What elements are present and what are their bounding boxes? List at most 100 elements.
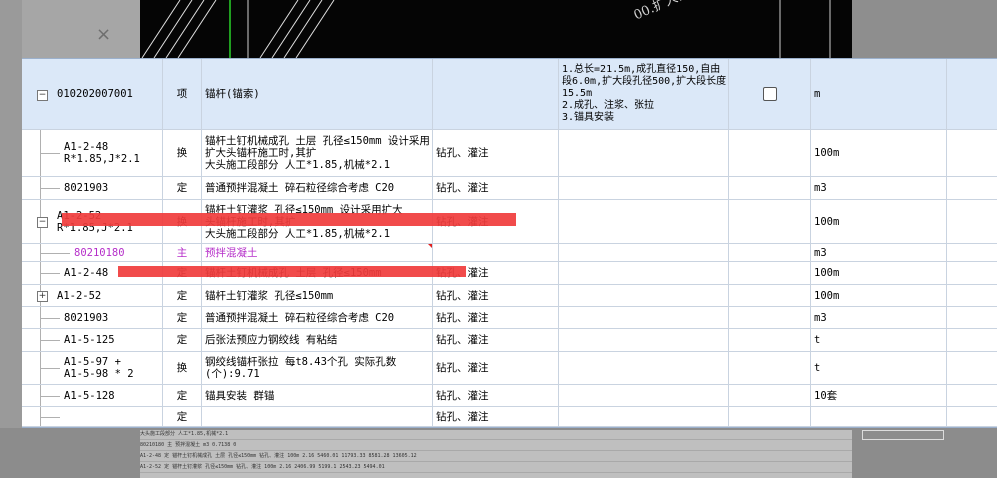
unit-cell[interactable]: t (811, 352, 947, 384)
extra-cell[interactable] (947, 352, 997, 384)
table-row[interactable]: 定 钻孔、灌注 (22, 407, 997, 427)
type-cell[interactable]: 主 (163, 244, 202, 261)
checkbox-cell[interactable] (729, 177, 811, 199)
code-cell[interactable]: 80210180 (22, 244, 163, 261)
type-cell[interactable]: 定 (163, 407, 202, 426)
work-content-cell[interactable]: 钻孔、灌注 (433, 385, 559, 406)
checkbox-cell[interactable] (729, 244, 811, 261)
code-cell[interactable]: A1-2-48 R*1.85,J*2.1 (22, 130, 163, 176)
feature-desc-cell[interactable] (559, 130, 729, 176)
feature-desc-cell[interactable] (559, 329, 729, 351)
name-cell[interactable]: 后张法预应力钢绞线 有粘结 (202, 329, 433, 351)
table-row[interactable]: 8021903 定普通预拌混凝土 碎石粒径综合考虑 C20 钻孔、灌注 m3 (22, 177, 997, 200)
feature-desc-cell[interactable] (559, 200, 729, 243)
work-content-cell[interactable]: 钻孔、灌注 (433, 329, 559, 351)
feature-desc-cell[interactable] (559, 307, 729, 328)
name-cell[interactable]: 锚杆土钉灌浆 孔径≤150mm (202, 285, 433, 306)
extra-cell[interactable] (947, 329, 997, 351)
type-cell[interactable]: 定 (163, 177, 202, 199)
type-cell[interactable]: 定 (163, 329, 202, 351)
extra-cell[interactable] (947, 385, 997, 406)
unit-cell[interactable]: m3 (811, 177, 947, 199)
name-cell[interactable]: 普通预拌混凝土 碎石粒径综合考虑 C20 (202, 307, 433, 328)
extra-cell[interactable] (947, 177, 997, 199)
checkbox-cell[interactable] (729, 130, 811, 176)
work-content-cell[interactable]: 钻孔、灌注 (433, 130, 559, 176)
name-cell[interactable]: 钢绞线锚杆张拉 每t8.43个孔 实际孔数 (个):9.71 (202, 352, 433, 384)
work-content-cell[interactable]: 钻孔、灌注 (433, 285, 559, 306)
type-cell[interactable]: 换 (163, 130, 202, 176)
feature-desc-cell[interactable] (559, 352, 729, 384)
table-row[interactable]: + A1-2-52 定锚杆土钉灌浆 孔径≤150mm 钻孔、灌注 100m (22, 285, 997, 307)
work-content-cell[interactable] (433, 59, 559, 129)
unit-cell[interactable] (811, 407, 947, 426)
extra-cell[interactable] (947, 59, 997, 129)
extra-cell[interactable] (947, 200, 997, 243)
checkbox-cell[interactable] (729, 59, 811, 129)
name-cell[interactable]: 预拌混凝土 (202, 244, 433, 261)
name-cell[interactable]: 锚杆(锚索) (202, 59, 433, 129)
table-row[interactable]: A1-5-125 定后张法预应力钢绞线 有粘结 钻孔、灌注 t (22, 329, 997, 352)
name-cell[interactable]: 普通预拌混凝土 碎石粒径综合考虑 C20 (202, 177, 433, 199)
unit-cell[interactable]: m3 (811, 307, 947, 328)
work-content-cell[interactable]: 钻孔、灌注 (433, 407, 559, 426)
table-row[interactable]: A1-5-128 定锚具安装 群锚 钻孔、灌注 10套 (22, 385, 997, 407)
feature-desc-cell[interactable] (559, 262, 729, 284)
extra-cell[interactable] (947, 244, 997, 261)
feature-desc-cell[interactable] (559, 407, 729, 426)
code-cell[interactable]: A1-5-97 + A1-5-98 * 2 (22, 352, 163, 384)
feature-desc-cell[interactable] (559, 385, 729, 406)
code-cell[interactable]: 8021903 (22, 307, 163, 328)
extra-cell[interactable] (947, 407, 997, 426)
checkbox-cell[interactable] (729, 285, 811, 306)
table-row[interactable]: 8021903 定普通预拌混凝土 碎石粒径综合考虑 C20 钻孔、灌注 m3 (22, 307, 997, 329)
type-cell[interactable]: 换 (163, 352, 202, 384)
checkbox-cell[interactable] (729, 407, 811, 426)
extra-cell[interactable] (947, 262, 997, 284)
code-cell[interactable]: 8021903 (22, 177, 163, 199)
code-cell[interactable]: A1-5-128 (22, 385, 163, 406)
work-content-cell[interactable]: 钻孔、灌注 (433, 352, 559, 384)
checkbox-cell[interactable] (729, 307, 811, 328)
collapse-icon[interactable]: − (37, 217, 48, 228)
unit-cell[interactable]: 100m (811, 285, 947, 306)
unit-cell[interactable]: 100m (811, 130, 947, 176)
type-cell[interactable]: 定 (163, 385, 202, 406)
unit-cell[interactable]: 100m (811, 262, 947, 284)
code-cell[interactable]: + A1-2-52 (22, 285, 163, 306)
type-cell[interactable]: 定 (163, 307, 202, 328)
checkbox-cell[interactable] (729, 200, 811, 243)
work-content-cell[interactable]: 钻孔、灌注 (433, 177, 559, 199)
extra-cell[interactable] (947, 285, 997, 306)
work-content-cell[interactable]: 钻孔、灌注 (433, 307, 559, 328)
name-cell[interactable]: 锚具安装 群锚 (202, 385, 433, 406)
type-cell[interactable]: 项 (163, 59, 202, 129)
unit-cell[interactable]: 100m (811, 200, 947, 243)
type-cell[interactable]: 定 (163, 285, 202, 306)
checkbox-cell[interactable] (729, 329, 811, 351)
table-row[interactable]: −010202007001 项锚杆(锚索) 1.总长=21.5m,成孔直径150,自… (22, 59, 997, 130)
code-cell[interactable]: −010202007001 (22, 59, 163, 129)
close-icon[interactable]: × (96, 24, 111, 45)
table-row[interactable]: 80210180 主预拌混凝土 m3 (22, 244, 997, 262)
row-checkbox[interactable] (762, 87, 777, 101)
code-cell[interactable]: A1-5-125 (22, 329, 163, 351)
checkbox-cell[interactable] (729, 385, 811, 406)
expand-icon[interactable]: + (37, 291, 48, 302)
code-cell[interactable] (22, 407, 163, 426)
feature-desc-cell[interactable] (559, 285, 729, 306)
feature-desc-cell[interactable] (559, 244, 729, 261)
feature-desc-cell[interactable] (559, 177, 729, 199)
work-content-cell[interactable] (433, 244, 559, 261)
table-row[interactable]: A1-5-97 + A1-5-98 * 2 换钢绞线锚杆张拉 每t8.43个孔 实… (22, 352, 997, 385)
name-cell[interactable] (202, 407, 433, 426)
unit-cell[interactable]: m3 (811, 244, 947, 261)
unit-cell[interactable]: t (811, 329, 947, 351)
checkbox-cell[interactable] (729, 262, 811, 284)
extra-cell[interactable] (947, 307, 997, 328)
feature-desc-cell[interactable]: 1.总长=21.5m,成孔直径150,自由段6.0m,扩大段孔径500,扩大段长… (559, 59, 729, 129)
name-cell[interactable]: 锚杆土钉机械成孔 土层 孔径≤150mm 设计采用扩大头锚杆施工时,其扩 大头施… (202, 130, 433, 176)
checkbox-cell[interactable] (729, 352, 811, 384)
table-row[interactable]: A1-2-48 R*1.85,J*2.1 换锚杆土钉机械成孔 土层 孔径≤150m… (22, 130, 997, 177)
extra-cell[interactable] (947, 130, 997, 176)
